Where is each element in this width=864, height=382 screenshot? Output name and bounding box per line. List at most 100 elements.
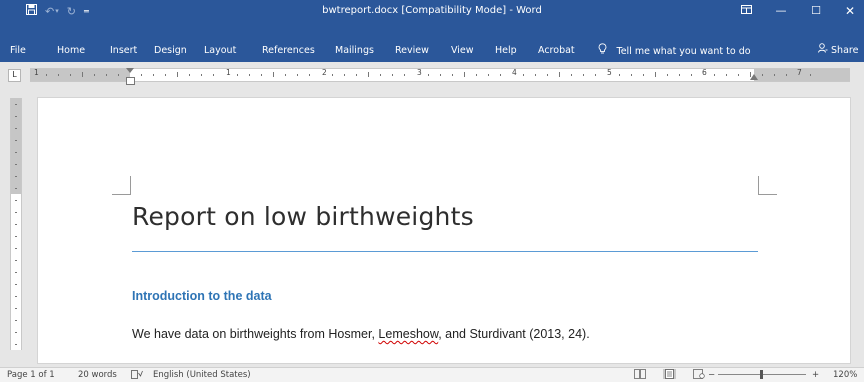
zoom-out-button[interactable]: − bbox=[708, 370, 715, 380]
ruler-tick bbox=[667, 74, 668, 76]
left-margin-area bbox=[30, 69, 130, 81]
ruler-tick bbox=[15, 332, 17, 333]
first-line-indent-icon[interactable] bbox=[126, 68, 134, 73]
ruler-tick bbox=[249, 74, 250, 76]
zoom-slider-thumb[interactable] bbox=[760, 370, 763, 379]
read-mode-icon[interactable] bbox=[634, 369, 647, 379]
ruler-tick bbox=[15, 104, 17, 105]
ruler-number: 1 bbox=[226, 68, 231, 77]
share-person-icon bbox=[818, 43, 831, 56]
page-count[interactable]: Page 1 of 1 bbox=[7, 370, 55, 380]
ruler-tick bbox=[583, 74, 584, 76]
ruler-tick bbox=[153, 74, 154, 76]
ruler-tick bbox=[15, 200, 17, 201]
ruler-tick bbox=[368, 72, 369, 77]
ruler-tick bbox=[344, 74, 345, 76]
ruler-tick bbox=[738, 74, 739, 76]
document-title[interactable]: Report on low birthweights bbox=[132, 202, 474, 231]
ruler-tick bbox=[774, 74, 775, 76]
paragraph-text-start: We have data on birthweights from Hosmer… bbox=[132, 327, 379, 341]
tab-selector[interactable]: L bbox=[8, 69, 21, 82]
ruler-tick bbox=[631, 74, 632, 76]
share-button[interactable]: Share bbox=[818, 43, 858, 56]
tab-layout[interactable]: Layout bbox=[204, 45, 236, 56]
language-status[interactable]: English (United States) bbox=[153, 370, 251, 380]
spelling-flagged-word[interactable]: Lemeshow bbox=[378, 327, 438, 341]
ruler-tick bbox=[440, 74, 441, 76]
minimize-icon[interactable]: — bbox=[765, 0, 797, 22]
paragraph-text-end: , and Sturdivant (2013, 24). bbox=[438, 327, 590, 341]
heading-introduction[interactable]: Introduction to the data bbox=[132, 289, 272, 303]
ruler-tick bbox=[559, 72, 560, 77]
ruler-tick bbox=[464, 72, 465, 77]
tell-me-box[interactable]: Tell me what you want to do bbox=[598, 43, 751, 57]
tab-home[interactable]: Home bbox=[57, 45, 85, 56]
ruler-tick bbox=[15, 116, 17, 117]
tab-insert[interactable]: Insert bbox=[110, 45, 137, 56]
save-icon[interactable] bbox=[26, 4, 37, 18]
tab-review[interactable]: Review bbox=[395, 45, 429, 56]
ruler-tick bbox=[15, 272, 17, 273]
web-layout-icon[interactable] bbox=[693, 369, 706, 379]
ruler-tick bbox=[15, 344, 17, 345]
zoom-in-button[interactable]: + bbox=[812, 370, 819, 380]
ruler-tick bbox=[189, 74, 190, 76]
tab-references[interactable]: References bbox=[262, 45, 315, 56]
ruler-tick bbox=[356, 74, 357, 76]
ruler-tick bbox=[118, 74, 119, 76]
ruler-number: 5 bbox=[607, 68, 612, 77]
ruler-tick bbox=[488, 74, 489, 76]
ruler-tick bbox=[726, 74, 727, 76]
horizontal-ruler[interactable]: 1 1 2 3 4 5 6 7 bbox=[30, 68, 850, 85]
ruler-tick bbox=[177, 72, 178, 77]
ruler-tick bbox=[476, 74, 477, 76]
ruler-tick bbox=[380, 74, 381, 76]
word-count[interactable]: 20 words bbox=[78, 370, 117, 380]
crop-mark-right bbox=[758, 176, 777, 195]
share-label: Share bbox=[831, 45, 859, 56]
ruler-tick bbox=[141, 74, 142, 76]
status-bar: Page 1 of 1 20 words English (United Sta… bbox=[0, 367, 864, 382]
ruler-tick bbox=[15, 296, 17, 297]
customize-qat-icon[interactable]: ═ bbox=[84, 7, 89, 16]
undo-dropdown-icon[interactable]: ▾ bbox=[55, 7, 59, 15]
ruler-tick bbox=[691, 74, 692, 76]
ruler-number: 1 bbox=[34, 68, 39, 77]
document-page[interactable]: Report on low birthweights Introduction … bbox=[37, 97, 851, 364]
tab-view[interactable]: View bbox=[451, 45, 474, 56]
ruler-number: 3 bbox=[417, 68, 422, 77]
left-indent-icon[interactable] bbox=[126, 77, 135, 85]
proofing-icon[interactable] bbox=[131, 370, 143, 382]
body-paragraph[interactable]: We have data on birthweights from Hosmer… bbox=[132, 327, 590, 341]
ruler-tick bbox=[786, 74, 787, 76]
right-margin-area bbox=[754, 69, 850, 81]
ruler-tick bbox=[15, 164, 17, 165]
ruler-tick bbox=[15, 248, 17, 249]
ruler-tick bbox=[15, 284, 17, 285]
tab-mailings[interactable]: Mailings bbox=[335, 45, 374, 56]
ruler-tick bbox=[70, 74, 71, 76]
close-icon[interactable]: ✕ bbox=[834, 0, 864, 22]
ruler-tick bbox=[261, 74, 262, 76]
ruler-bar: L 1 1 2 3 4 5 6 7 bbox=[0, 62, 864, 85]
ribbon-display-options-icon[interactable] bbox=[730, 0, 762, 22]
ruler-tick bbox=[655, 72, 656, 77]
redo-icon[interactable]: ↻ bbox=[67, 5, 76, 18]
right-indent-icon[interactable] bbox=[750, 74, 758, 80]
zoom-level[interactable]: 120% bbox=[833, 370, 857, 380]
tab-help[interactable]: Help bbox=[495, 45, 517, 56]
top-margin-area bbox=[11, 98, 21, 194]
print-layout-icon[interactable] bbox=[663, 369, 676, 379]
ruler-tick bbox=[15, 212, 17, 213]
tab-design[interactable]: Design bbox=[154, 45, 187, 56]
ruler-number: 7 bbox=[797, 68, 802, 77]
vertical-ruler[interactable] bbox=[10, 98, 22, 350]
ruler-tick bbox=[643, 74, 644, 76]
tab-file[interactable]: File bbox=[10, 45, 26, 56]
ruler-tick bbox=[619, 74, 620, 76]
ruler-tick bbox=[273, 72, 274, 77]
title-bar: ↶ ▾ ↻ ═ bwtreport.docx [Compatibility Mo… bbox=[0, 0, 864, 22]
undo-icon[interactable]: ↶ bbox=[45, 5, 54, 18]
tab-acrobat[interactable]: Acrobat bbox=[538, 45, 575, 56]
restore-icon[interactable]: ☐ bbox=[800, 0, 832, 22]
